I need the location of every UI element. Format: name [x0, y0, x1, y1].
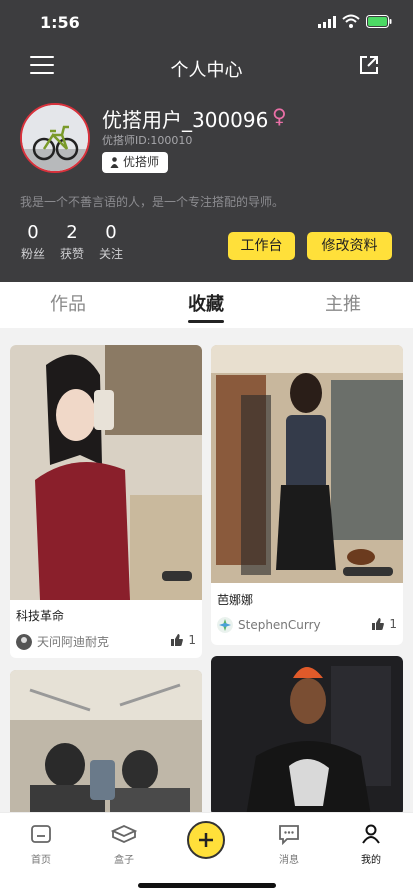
like-count: 1: [389, 617, 397, 631]
like-button[interactable]: 1: [372, 617, 397, 631]
person-icon: [110, 157, 119, 168]
user-id: 优搭师ID:100010: [102, 134, 193, 147]
favorite-card[interactable]: [10, 670, 202, 830]
wifi-icon: [342, 14, 360, 28]
profile-header: 1:56 个人中心 优搭用户_300096 ♀ 优搭师ID:100010 优搭师…: [0, 0, 413, 282]
thumbs-up-icon: [372, 618, 385, 630]
bicycle-avatar-image: [22, 105, 88, 171]
card-image: [10, 345, 202, 600]
stat-value: 0: [105, 222, 117, 243]
stat-label: 获赞: [59, 247, 84, 261]
card-title: 芭娜娜: [217, 593, 254, 607]
thumbs-up-icon: [171, 634, 184, 646]
edit-profile-button[interactable]: 修改资料: [307, 232, 392, 260]
tab-featured[interactable]: 主推: [303, 290, 383, 316]
avatar[interactable]: [20, 103, 90, 173]
nav-messages[interactable]: 消息: [259, 823, 319, 866]
author-avatar: [16, 633, 32, 650]
badge-label: 优搭师: [123, 155, 160, 169]
home-indicator: [138, 883, 276, 888]
tab-favorites[interactable]: 收藏: [166, 290, 246, 323]
like-button[interactable]: 1: [171, 633, 196, 647]
gender-female-icon: ♀: [272, 104, 287, 128]
plus-icon: [199, 833, 213, 847]
cellular-signal-icon: [318, 16, 336, 28]
status-time: 1:56: [40, 13, 80, 32]
profile-icon: [362, 824, 380, 844]
favorite-card[interactable]: [211, 656, 403, 816]
like-count: 1: [188, 633, 196, 647]
stylist-badge: 优搭师: [102, 152, 169, 173]
card-image: [211, 345, 403, 583]
status-bar: 1:56: [0, 0, 413, 44]
tab-label: 作品: [50, 294, 86, 315]
home-icon: [31, 825, 51, 843]
card-author[interactable]: 天问阿迪耐克: [16, 633, 109, 650]
user-bio: 我是一个不善言语的人，是一个专注搭配的导师。: [20, 195, 285, 209]
tab-label: 收藏: [188, 294, 224, 315]
stat-following[interactable]: 0 关注: [96, 222, 126, 262]
content-tabs: 作品 收藏 主推: [0, 282, 413, 328]
card-image: [10, 670, 202, 830]
username: 优搭用户_300096: [102, 108, 269, 132]
page-title: 个人中心: [170, 60, 243, 81]
message-icon: [279, 825, 299, 845]
create-post-button[interactable]: [187, 821, 225, 859]
nav-label: 盒子: [114, 855, 134, 866]
battery-icon: [366, 15, 392, 28]
nav-label: 我的: [361, 855, 381, 866]
box-icon: [111, 825, 137, 843]
tab-label: 主推: [325, 294, 361, 315]
nav-home[interactable]: 首页: [11, 823, 71, 866]
tab-works[interactable]: 作品: [28, 290, 108, 316]
card-author[interactable]: StephenCurry: [217, 617, 321, 633]
author-avatar: [217, 617, 233, 633]
nav-mine[interactable]: 我的: [341, 823, 401, 866]
stat-label: 粉丝: [20, 247, 45, 261]
top-navbar: 个人中心: [0, 48, 413, 88]
stat-value: 2: [66, 222, 78, 243]
stat-label: 关注: [98, 247, 123, 261]
nav-label: 首页: [31, 855, 51, 866]
stat-fans[interactable]: 0 粉丝: [18, 222, 48, 262]
card-image: [211, 656, 403, 816]
profile-page: 1:56 个人中心 优搭用户_300096 ♀ 优搭师ID:100010 优搭师…: [0, 0, 413, 895]
active-tab-indicator: [188, 320, 224, 323]
stat-likes[interactable]: 2 获赞: [57, 222, 87, 262]
nav-box[interactable]: 盒子: [94, 823, 154, 866]
card-title: 科技革命: [16, 609, 65, 623]
author-name: StephenCurry: [238, 618, 321, 632]
workbench-button[interactable]: 工作台: [228, 232, 295, 260]
nav-label: 消息: [279, 855, 299, 866]
author-name: 天问阿迪耐克: [37, 635, 110, 649]
share-icon[interactable]: [358, 54, 380, 76]
favorite-card[interactable]: 科技革命 天问阿迪耐克 1: [10, 345, 202, 658]
favorite-card[interactable]: 芭娜娜 StephenCurry 1: [211, 345, 403, 645]
stat-value: 0: [27, 222, 39, 243]
